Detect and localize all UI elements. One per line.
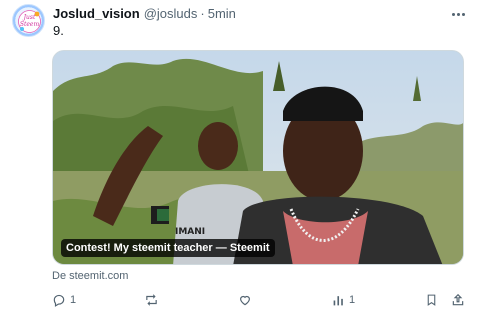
avatar-logo: Just Steem bbox=[18, 10, 41, 33]
author-handle[interactable]: @josluds bbox=[144, 6, 198, 21]
svg-text:Just: Just bbox=[22, 14, 36, 21]
shirt-print: IMANI bbox=[175, 227, 205, 237]
post-timestamp[interactable]: 5min bbox=[208, 6, 236, 21]
action-bar: 1 1 bbox=[0, 290, 478, 310]
share-button[interactable] bbox=[451, 290, 465, 310]
reply-count: 1 bbox=[70, 294, 77, 306]
svg-text:Steem: Steem bbox=[20, 21, 40, 28]
views-icon bbox=[332, 294, 345, 307]
separator-dot: · bbox=[200, 6, 205, 21]
like-button[interactable] bbox=[238, 290, 256, 310]
share-icon bbox=[451, 293, 465, 307]
card-source[interactable]: De steemit.com bbox=[52, 270, 128, 282]
reply-button[interactable]: 1 bbox=[52, 290, 76, 310]
link-card[interactable]: IMANI Contest! My steemit teacher — Stee… bbox=[52, 50, 464, 265]
bookmark-icon bbox=[425, 293, 438, 307]
repost-icon bbox=[144, 293, 159, 307]
more-icon[interactable] bbox=[447, 6, 469, 22]
card-image: IMANI bbox=[53, 51, 463, 264]
bookmark-button[interactable] bbox=[425, 290, 438, 310]
repost-button[interactable] bbox=[144, 290, 163, 310]
post-text: 9. bbox=[53, 23, 64, 38]
reply-icon bbox=[52, 293, 66, 307]
author-name[interactable]: Joslud_vision bbox=[53, 6, 140, 21]
avatar[interactable]: Just Steem bbox=[12, 4, 45, 37]
views-button[interactable]: 1 bbox=[332, 290, 355, 310]
views-count: 1 bbox=[349, 294, 356, 306]
card-title[interactable]: Contest! My steemit teacher — Steemit bbox=[61, 239, 275, 257]
like-icon bbox=[238, 293, 252, 307]
post-header: Joslud_vision @josluds · 5min bbox=[53, 6, 236, 24]
